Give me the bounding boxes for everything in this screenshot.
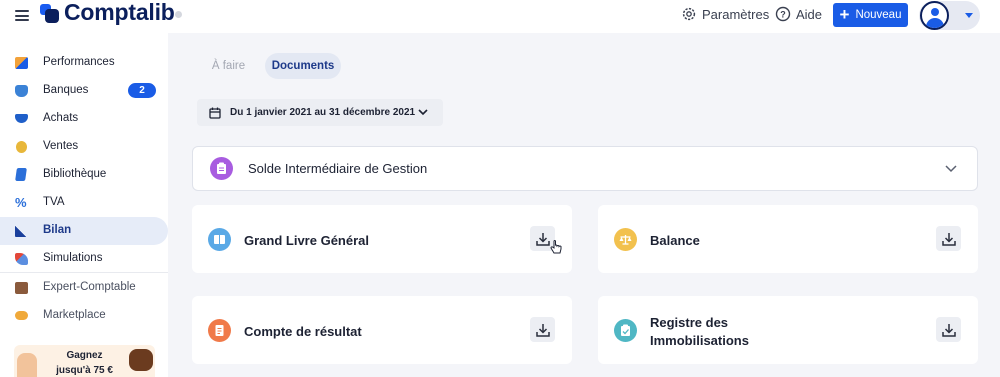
sidebar-item-label: Ventes (43, 140, 79, 152)
account-menu[interactable] (919, 1, 980, 30)
top-bar: Comptalib Paramètres ? Aide + Nouveau (0, 0, 1000, 33)
download-button[interactable] (936, 226, 961, 251)
sidebar-item-banques[interactable]: Banques 2 (0, 77, 168, 105)
download-icon (535, 323, 550, 337)
sidebar-item-tva[interactable]: % TVA (0, 189, 168, 217)
ruler-icon (15, 225, 28, 237)
hand-cursor-icon (550, 240, 562, 254)
sidebar-item-label: Bilan (43, 224, 72, 236)
sidebar-item-ventes[interactable]: Ventes (0, 133, 168, 161)
promo-line-1: Gagnez (66, 350, 103, 361)
scale-icon (614, 228, 637, 251)
chart-icon (15, 57, 28, 69)
promo-line-2: jusqu'à 75 € (56, 365, 113, 376)
new-button[interactable]: + Nouveau (833, 3, 908, 27)
divider (0, 272, 168, 273)
sidebar-item-performances[interactable]: Performances (0, 49, 168, 77)
registre-title-line-1: Registre des (650, 315, 729, 330)
chevron-down-icon[interactable] (945, 164, 957, 173)
download-button[interactable] (530, 317, 555, 342)
plus-icon: + (839, 4, 850, 24)
chevron-down-icon (418, 109, 428, 116)
balance-card[interactable]: Balance (598, 205, 978, 273)
book-icon (15, 168, 27, 181)
rocket-icon (15, 253, 28, 265)
settings-button[interactable]: Paramètres (681, 6, 769, 22)
new-button-label: Nouveau (855, 9, 902, 21)
sidebar-item-label: TVA (43, 196, 65, 208)
sidebar-item-expert-comptable[interactable]: Expert-Comptable (0, 274, 168, 302)
sidebar-item-label: Performances (43, 56, 115, 68)
grand-livre-card[interactable]: Grand Livre Général (192, 205, 572, 273)
book-icon (208, 228, 231, 251)
settings-label: Paramètres (702, 6, 770, 22)
sidebar-item-bilan[interactable]: Bilan (0, 217, 168, 245)
balance-title: Balance (650, 233, 700, 248)
calendar-icon (209, 107, 221, 119)
bank-icon (15, 85, 28, 97)
compte-resultat-card[interactable]: Compte de résultat (192, 296, 572, 364)
avatar (920, 1, 949, 30)
date-range-selector[interactable]: Du 1 janvier 2021 au 31 décembre 2021 (197, 99, 443, 126)
tab-documents[interactable]: Documents (265, 53, 341, 79)
download-button[interactable] (936, 317, 961, 342)
help-label: Aide (796, 6, 823, 22)
status-dot (175, 11, 182, 18)
grand-livre-title: Grand Livre Général (244, 233, 369, 248)
download-icon (535, 232, 550, 246)
download-icon (941, 323, 956, 337)
briefcase-icon (15, 282, 28, 294)
referral-promo[interactable]: Gagnez jusqu'à 75 € (14, 345, 155, 377)
menu-icon[interactable] (15, 10, 29, 21)
sidebar-item-marketplace[interactable]: Marketplace (0, 302, 168, 330)
sidebar-item-bibliotheque[interactable]: Bibliothèque (0, 161, 168, 189)
sig-accordion[interactable]: Solde Intermédiaire de Gestion (192, 146, 978, 191)
download-icon (941, 232, 956, 246)
brand-name[interactable]: Comptalib (64, 0, 175, 26)
registre-immobilisations-card[interactable]: Registre des Immobilisations (598, 296, 978, 364)
gear-icon (682, 7, 696, 21)
sidebar-item-label: Bibliothèque (43, 168, 107, 180)
handshake-icon (15, 311, 28, 320)
compte-resultat-title: Compte de résultat (244, 324, 362, 339)
sidebar-item-label: Banques (43, 84, 89, 96)
sidebar-item-label: Expert-Comptable (43, 281, 136, 293)
sidebar-item-label: Achats (43, 112, 79, 124)
document-icon (208, 319, 231, 342)
percent-icon: % (15, 195, 27, 210)
coins-icon (16, 141, 27, 153)
clipboard-icon (210, 157, 233, 180)
help-icon: ? (775, 6, 791, 22)
sidebar-item-simulations[interactable]: Simulations (0, 245, 168, 273)
sidebar-item-achats[interactable]: Achats (0, 105, 168, 133)
sidebar: Performances Banques 2 Achats Ventes Bib… (0, 33, 168, 377)
cart-icon (15, 114, 28, 123)
svg-text:?: ? (780, 10, 786, 20)
sidebar-item-label: Simulations (43, 252, 103, 264)
logo-icon[interactable] (40, 4, 60, 24)
sig-title: Solde Intermédiaire de Gestion (248, 161, 428, 176)
registre-title-line-2: Immobilisations (650, 333, 749, 348)
tab-a-faire[interactable]: À faire (197, 53, 260, 79)
notification-badge: 2 (128, 83, 156, 98)
date-range-text: Du 1 janvier 2021 au 31 décembre 2021 (230, 107, 416, 118)
sidebar-item-label: Marketplace (43, 309, 106, 321)
clipboard-check-icon (614, 319, 637, 342)
caret-down-icon (965, 13, 973, 18)
help-button[interactable]: ? Aide (775, 6, 822, 22)
